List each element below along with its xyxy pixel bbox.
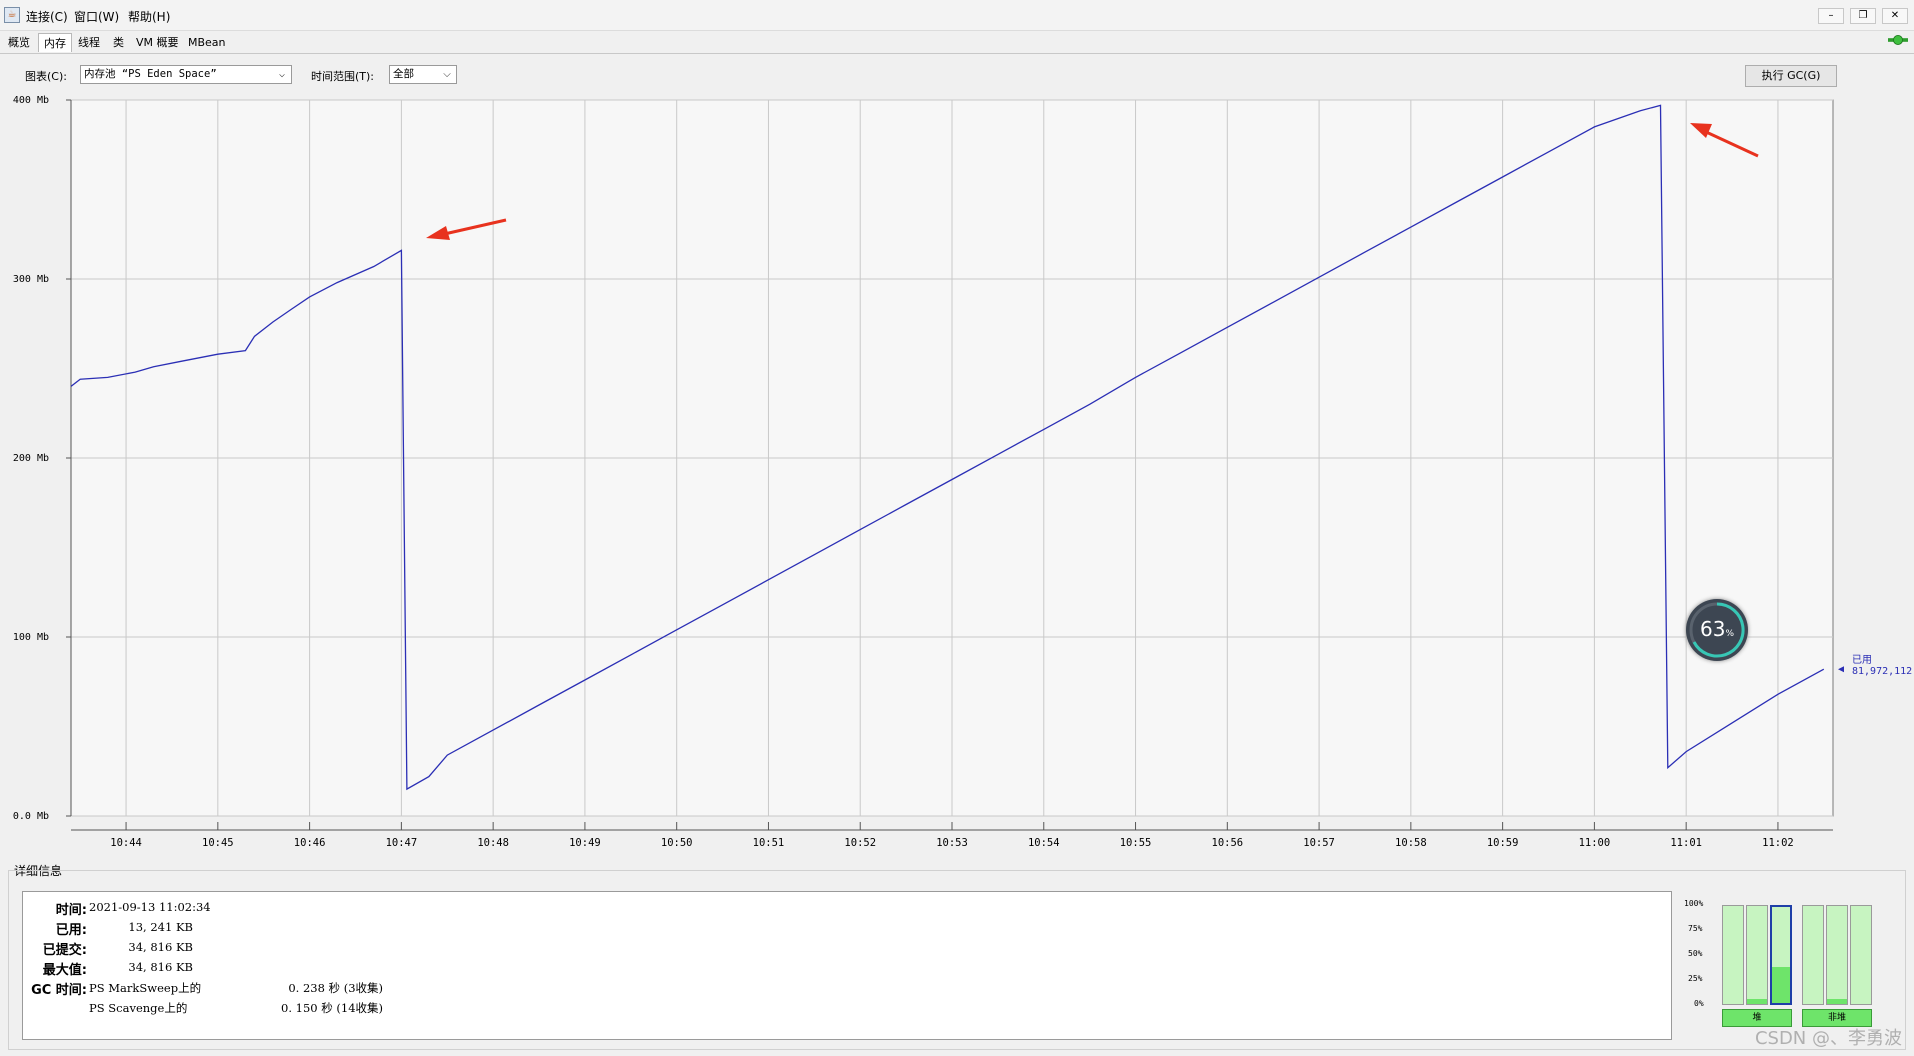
- nonheap-pool-bar[interactable]: [1802, 905, 1824, 1005]
- y-axis: 400 Mb 300 Mb 200 Mb 100 Mb 0.0 Mb: [13, 95, 72, 822]
- used-value-readout: 81,972,112: [1852, 666, 1912, 677]
- chevron-down-icon: ⌵: [278, 69, 286, 80]
- x-tick-label: 10:55: [1120, 837, 1152, 849]
- memory-pool-panel: 100% 75% 50% 25% 0% 堆 非堆: [1672, 891, 1906, 1040]
- scale-0: 0%: [1694, 999, 1704, 1008]
- x-tick-label: 10:58: [1395, 837, 1427, 849]
- memory-chart: 400 Mb300 Mb200 Mb100 Mb0.0 Mb 10:44 10:4…: [13, 95, 1912, 849]
- current-value-marker: 已用 81,972,112: [1838, 655, 1912, 677]
- y-tick-label: 400 Mb: [13, 95, 49, 106]
- watermark: CSDN @、李勇波: [1754, 1028, 1902, 1049]
- pool-fill: [1747, 999, 1767, 1004]
- heap-pool-bar-selected[interactable]: [1770, 905, 1792, 1005]
- minimize-button[interactable]: –: [1818, 8, 1844, 24]
- nonheap-pool-bar[interactable]: [1826, 905, 1848, 1005]
- x-tick-label: 10:46: [294, 837, 326, 849]
- chart-select[interactable]: 内存池 “PS Eden Space” ⌵: [80, 65, 292, 84]
- x-tick-label: 11:02: [1762, 837, 1794, 849]
- tab-overview[interactable]: 概览: [3, 33, 35, 52]
- committed-value: 34, 816 KB: [128, 940, 193, 954]
- chart-label: 图表(C):: [25, 70, 67, 83]
- max-label: 最大值:: [42, 963, 87, 978]
- connection-plug-icon: [1888, 35, 1908, 45]
- x-tick-label: 10:50: [661, 837, 693, 849]
- x-tick-label: 10:56: [1212, 837, 1244, 849]
- menu-bar: [0, 0, 1914, 31]
- x-axis: 10:44 10:45 10:46 10:47 10:48 10:49 10:50 10:51…: [71, 822, 1833, 849]
- heap-pool-bar[interactable]: [1746, 905, 1768, 1005]
- y-tick-label: 300 Mb: [13, 274, 49, 285]
- x-tick-label: 10:52: [844, 837, 876, 849]
- x-tick-label: 10:51: [753, 837, 785, 849]
- gc-scavenge-name: PS Scavenge上的: [89, 1001, 188, 1015]
- used-value: 13, 241 KB: [128, 920, 193, 934]
- time-range-label: 时间范围(T):: [311, 70, 375, 83]
- gauge-value: 63: [1699, 617, 1726, 641]
- y-tick-label: 200 Mb: [13, 453, 49, 464]
- x-tick-label: 10:54: [1028, 837, 1060, 849]
- perform-gc-button[interactable]: 执行 GC(G): [1745, 65, 1837, 87]
- time-range-select[interactable]: 全部 ⌵: [389, 65, 457, 84]
- gc-marksweep-name: PS MarkSweep上的: [89, 981, 202, 995]
- close-button[interactable]: ✕: [1882, 8, 1908, 24]
- gc-scavenge-value: 0. 150 秒 (14收集): [281, 1001, 383, 1015]
- scale-100: 100%: [1684, 899, 1704, 908]
- time-range-value: 全部: [393, 68, 414, 80]
- time-value: 2021-09-13 11:02:34: [89, 900, 211, 914]
- committed-label: 已提交:: [42, 943, 87, 958]
- pool-fill: [1772, 966, 1790, 1003]
- tab-bar: [0, 31, 1914, 54]
- used-label: 已用: [1852, 655, 1872, 666]
- y-tick-label: 0.0 Mb: [13, 811, 49, 822]
- y-tick-label: 100 Mb: [13, 632, 49, 643]
- menu-connect[interactable]: 连接(C): [26, 8, 68, 25]
- chart-select-value: 内存池 “PS Eden Space”: [84, 68, 217, 80]
- gauge-unit: %: [1725, 629, 1734, 639]
- java-cup-icon: ☕: [4, 7, 20, 23]
- tab-threads[interactable]: 线程: [73, 33, 105, 52]
- x-tick-label: 10:53: [936, 837, 968, 849]
- gc-time-label: GC 时间:: [31, 983, 87, 998]
- scale-50: 50%: [1688, 949, 1703, 958]
- tab-vm-summary[interactable]: VM 概要: [131, 33, 184, 52]
- gc-marksweep-value: 0. 238 秒 (3收集): [288, 981, 383, 995]
- pool-fill: [1827, 999, 1847, 1004]
- tab-classes[interactable]: 类: [108, 33, 129, 52]
- x-tick-label: 11:01: [1670, 837, 1702, 849]
- x-tick-label: 10:48: [477, 837, 509, 849]
- x-tick-label: 10:47: [386, 837, 418, 849]
- cpu-gauge-widget[interactable]: 63%: [1686, 599, 1748, 661]
- restore-button[interactable]: ❐: [1850, 8, 1876, 24]
- x-tick-label: 10:57: [1303, 837, 1335, 849]
- x-tick-label: 10:45: [202, 837, 234, 849]
- tab-mbean[interactable]: MBean: [183, 33, 231, 52]
- time-label: 时间:: [55, 903, 87, 918]
- chevron-down-icon: ⌵: [443, 69, 451, 80]
- max-value: 34, 816 KB: [128, 960, 193, 974]
- nonheap-pool-bar[interactable]: [1850, 905, 1872, 1005]
- tab-memory[interactable]: 内存: [38, 33, 72, 52]
- x-tick-label: 10:49: [569, 837, 601, 849]
- menu-window[interactable]: 窗口(W): [74, 8, 119, 25]
- x-tick-label: 11:00: [1579, 837, 1611, 849]
- used-label: 已用:: [55, 923, 87, 938]
- x-tick-label: 10:59: [1487, 837, 1519, 849]
- details-box: 时间: 2021-09-13 11:02:34 已用: 13, 241 KB 已…: [22, 891, 1672, 1040]
- heap-pool-bar[interactable]: [1722, 905, 1744, 1005]
- x-tick-label: 10:44: [110, 837, 142, 849]
- menu-help[interactable]: 帮助(H): [128, 8, 170, 25]
- scale-25: 25%: [1688, 974, 1703, 983]
- scale-75: 75%: [1688, 924, 1703, 933]
